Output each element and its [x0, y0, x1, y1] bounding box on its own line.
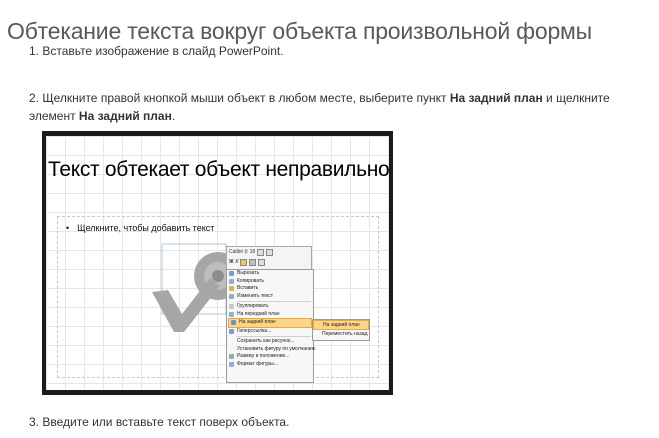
menu-item-cut[interactable]: Вырезать: [227, 270, 313, 278]
italic-button[interactable]: К: [236, 259, 239, 265]
grow-font-icon[interactable]: [257, 248, 265, 256]
line-color-icon[interactable]: [249, 258, 257, 266]
submenu-send-backward[interactable]: На задний план Переместить назад: [312, 319, 370, 341]
mini-toolbar[interactable]: Calibri (t 18 Ж К: [226, 246, 312, 270]
powerpoint-screenshot: Текст обтекает объект неправильной формы…: [42, 131, 393, 395]
edit-text-icon: [229, 293, 234, 299]
menu-item-edit-text[interactable]: Изменить текст: [227, 293, 313, 301]
step-2-bold-1: На задний план: [449, 91, 543, 105]
menu-item-hyperlink[interactable]: Гиперссылка...: [227, 328, 313, 336]
menu-item-format-shape[interactable]: Формат фигуры...: [227, 361, 313, 369]
menu-item-set-default[interactable]: Установить фигуру по умолчанию: [227, 346, 315, 354]
submenu-item-send-backward[interactable]: Переместить назад: [313, 330, 369, 338]
shrink-font-icon[interactable]: [266, 248, 274, 256]
placeholder-label: Щелкните, чтобы добавить текст: [77, 223, 215, 233]
step-1: 1. Вставьте изображение в слайд PowerPoi…: [29, 44, 284, 58]
bold-button[interactable]: Ж: [229, 259, 234, 265]
menu-item-send-backward[interactable]: На задний план: [228, 318, 312, 328]
menu-item-copy[interactable]: Копировать: [227, 278, 313, 286]
menu-separator: [237, 301, 311, 302]
menu-item-size-position[interactable]: Размер и положение...: [227, 353, 313, 361]
fill-color-icon[interactable]: [240, 258, 248, 266]
step-3: 3. Введите или вставьте текст поверх объ…: [29, 415, 290, 429]
size-icon: [229, 354, 234, 359]
group-icon: [229, 304, 234, 309]
menu-item-save-as-picture[interactable]: Сохранить как рисунок...: [227, 338, 313, 346]
paste-icon: [229, 286, 234, 291]
cut-icon: [229, 271, 234, 276]
slide: Текст обтекает объект неправильной формы…: [46, 136, 389, 390]
context-menu[interactable]: Вырезать Копировать Вставить Изменить те…: [226, 269, 315, 383]
menu-item-bring-forward[interactable]: На передний план: [227, 311, 313, 319]
copy-icon: [229, 278, 234, 284]
slide-title: Текст обтекает объект неправильной формы: [48, 158, 389, 181]
step-2: 2. Щелкните правой кнопкой мыши объект в…: [29, 89, 639, 125]
font-size[interactable]: 18: [250, 249, 256, 255]
menu-separator: [237, 336, 311, 337]
format-icon: [229, 361, 234, 367]
align-icon[interactable]: [258, 258, 266, 266]
step-2-bold-2: На задний план: [78, 109, 172, 123]
menu-item-paste[interactable]: Вставить: [227, 285, 313, 293]
font-name[interactable]: Calibri (t: [229, 249, 248, 255]
send-backward-icon: [231, 320, 236, 325]
bullet-icon: •: [66, 223, 70, 233]
bring-forward-icon: [229, 311, 234, 317]
placeholder-text: • Щелкните, чтобы добавить текст: [66, 223, 214, 233]
step-2-text-end: .: [171, 109, 176, 123]
hyperlink-icon: [229, 328, 234, 334]
step-2-text: 2. Щелкните правой кнопкой мыши объект в…: [29, 91, 450, 105]
menu-item-group[interactable]: Группировать: [227, 303, 313, 311]
submenu-item-send-to-back[interactable]: На задний план: [313, 320, 369, 330]
